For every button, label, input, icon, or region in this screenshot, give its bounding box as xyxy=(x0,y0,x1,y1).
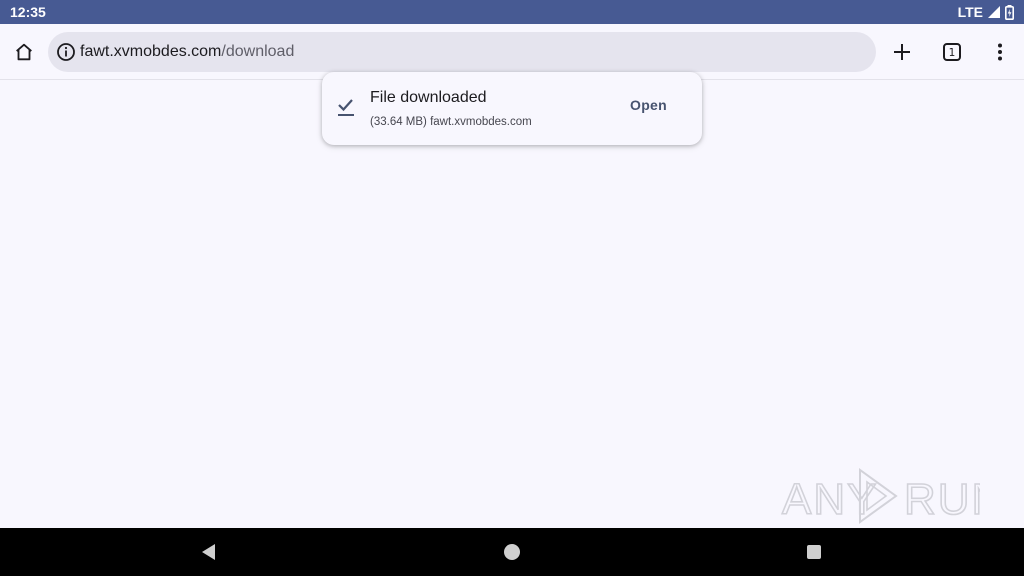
status-indicators: LTE xyxy=(958,4,1014,20)
open-button[interactable]: Open xyxy=(630,97,667,113)
url-text[interactable]: fawt.xvmobdes.com/download xyxy=(80,43,294,61)
home-icon xyxy=(16,43,32,61)
home-button[interactable] xyxy=(4,32,44,72)
home-circle-icon xyxy=(504,544,520,560)
download-details: (33.64 MB) fawt.xvmobdes.com xyxy=(370,116,532,128)
download-message: File downloaded (33.64 MB) fawt.xvmobdes… xyxy=(322,72,702,145)
battery-icon xyxy=(1005,4,1014,20)
svg-text:ANY: ANY xyxy=(782,475,878,524)
back-icon xyxy=(202,544,215,560)
home-nav-button[interactable] xyxy=(500,540,524,564)
recents-icon xyxy=(807,545,821,559)
more-menu-button[interactable] xyxy=(980,32,1020,72)
plus-icon xyxy=(894,44,910,60)
tab-switcher-icon: 1 xyxy=(943,43,961,61)
new-tab-button[interactable] xyxy=(882,32,922,72)
recents-button[interactable] xyxy=(802,540,826,564)
check-icon xyxy=(336,96,356,118)
status-bar: 12:35 LTE xyxy=(0,0,1024,24)
anyrun-watermark-logo: ANY RUN xyxy=(781,468,980,525)
status-time: 12:35 xyxy=(10,4,46,20)
tab-switcher-button[interactable]: 1 xyxy=(932,32,972,72)
signal-icon xyxy=(987,5,1001,19)
info-icon[interactable] xyxy=(54,40,78,64)
more-vert-icon xyxy=(998,43,1002,61)
navigation-bar xyxy=(0,528,1024,576)
network-type: LTE xyxy=(957,4,983,20)
url-host: fawt.xvmobdes.com xyxy=(80,43,222,60)
download-title: File downloaded xyxy=(370,89,487,106)
url-path: /download xyxy=(221,43,295,60)
svg-text:RUN: RUN xyxy=(904,475,980,524)
tab-count: 1 xyxy=(949,47,956,59)
back-button[interactable] xyxy=(196,540,220,564)
omnibox[interactable]: fawt.xvmobdes.com/download xyxy=(48,32,876,72)
